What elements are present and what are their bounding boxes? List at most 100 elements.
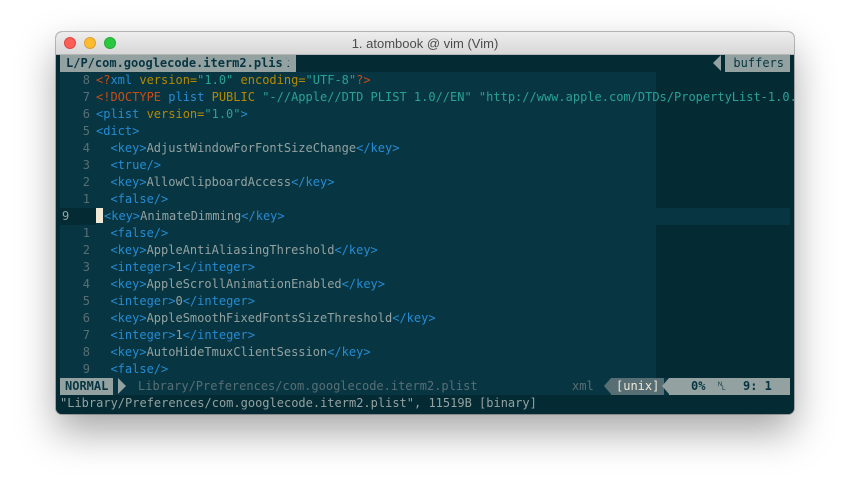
code-text: <integer>0</integer> bbox=[96, 293, 656, 310]
scroll-percent: 0% bbox=[691, 379, 706, 393]
code-text: <key>AdjustWindowForFontSizeChange</key> bbox=[96, 140, 656, 157]
line-number: 1 bbox=[60, 225, 96, 242]
code-token: "UTF-8" bbox=[305, 73, 357, 87]
code-text: <dict> bbox=[96, 123, 656, 140]
line-number: 4 bbox=[60, 276, 96, 293]
code-text: <integer>1</integer> bbox=[96, 327, 656, 344]
line-number-text: 1 bbox=[82, 226, 90, 240]
code-token: version= bbox=[146, 107, 205, 121]
line-number: 4 bbox=[60, 140, 96, 157]
title-bar: 1. atombook @ vim (Vim) bbox=[56, 32, 794, 55]
terminal-window: 1. atombook @ vim (Vim) L/P/com.googleco… bbox=[56, 32, 794, 414]
code-token: <key> bbox=[104, 209, 141, 223]
line-number-text: 6 bbox=[82, 107, 90, 121]
code-line[interactable]: 7 <integer>1</integer> bbox=[60, 327, 790, 344]
line-number-text: 4 bbox=[82, 141, 90, 155]
code-token: </key> bbox=[341, 277, 386, 291]
code-token: plist bbox=[168, 90, 212, 104]
code-line[interactable]: 8 <key>AutoHideTmuxClientSession</key> bbox=[60, 344, 790, 361]
line-number: 3 bbox=[60, 259, 96, 276]
code-text: <?xml version="1.0" encoding="UTF-8"?> bbox=[96, 72, 656, 89]
active-buffer-tab[interactable]: L/P/com.googlecode.iterm2.plist bbox=[60, 55, 296, 72]
code-line[interactable]: 1 <false/> bbox=[60, 191, 790, 208]
line-number-text: 7 bbox=[82, 328, 90, 342]
code-token: encoding= bbox=[240, 73, 306, 87]
cursor-position-segment: 0% ␤ 9: 1 bbox=[669, 378, 790, 395]
code-token: <false/> bbox=[110, 362, 169, 376]
vim-terminal[interactable]: L/P/com.googlecode.iterm2.plist buffers … bbox=[56, 55, 794, 414]
code-token: AnimateDimming bbox=[140, 209, 242, 223]
code-token: 0 bbox=[175, 294, 183, 308]
code-line[interactable]: 6 <plist version="1.0"> bbox=[60, 106, 790, 123]
tab-separator-arrow bbox=[283, 55, 291, 71]
code-line[interactable]: 3 <true/> bbox=[60, 157, 790, 174]
code-token: <false/> bbox=[110, 226, 169, 240]
code-token: </key> bbox=[392, 311, 436, 325]
code-line[interactable]: 5 <dict> bbox=[60, 123, 790, 140]
code-token: </key> bbox=[241, 209, 285, 223]
code-line[interactable]: 3 <integer>1</integer> bbox=[60, 259, 790, 276]
line-number-text: 3 bbox=[82, 260, 90, 274]
code-token: <key> bbox=[110, 277, 147, 291]
line-number: 5 bbox=[60, 293, 96, 310]
code-line[interactable]: 4 <key>AppleScrollAnimationEnabled</key> bbox=[60, 276, 790, 293]
line-number-text: 2 bbox=[82, 243, 90, 257]
code-token: </key> bbox=[327, 345, 371, 359]
code-token: AllowClipboardAccess bbox=[146, 175, 292, 189]
line-number-text: 7 bbox=[82, 90, 90, 104]
code-token: "1.0" bbox=[204, 107, 241, 121]
vim-statusline: NORMAL Library/Preferences/com.googlecod… bbox=[60, 378, 790, 395]
code-token: <true/> bbox=[110, 158, 162, 172]
line-number-text: 6 bbox=[82, 311, 90, 325]
code-line[interactable]: 1 <false/> bbox=[60, 225, 790, 242]
format-separator-arrow bbox=[604, 378, 611, 394]
code-text: <key>AllowClipboardAccess</key> bbox=[96, 174, 656, 191]
code-line[interactable]: 2 <key>AppleAntiAliasingThreshold</key> bbox=[60, 242, 790, 259]
line-number: 2 bbox=[60, 242, 96, 259]
command-line[interactable]: "Library/Preferences/com.googlecode.iter… bbox=[60, 395, 790, 412]
file-format: [unix] bbox=[611, 378, 665, 395]
filetype-label: xml bbox=[572, 379, 594, 393]
line-number-text: 1 bbox=[82, 192, 90, 206]
line-number: 7 bbox=[60, 89, 96, 106]
code-line[interactable]: 8 <?xml version="1.0" encoding="UTF-8"?> bbox=[60, 72, 790, 89]
text-cursor bbox=[96, 208, 103, 223]
code-token: <key> bbox=[110, 175, 147, 189]
line-number-text: 9 bbox=[62, 209, 70, 223]
code-token: </integer> bbox=[182, 260, 255, 274]
code-line[interactable]: 2 <key>AllowClipboardAccess</key> bbox=[60, 174, 790, 191]
editor-pane[interactable]: 8 <?xml version="1.0" encoding="UTF-8"?> 7… bbox=[60, 72, 794, 378]
code-line[interactable]: 9 <false/> bbox=[60, 361, 790, 378]
code-line[interactable]: 5 <integer>0</integer> bbox=[60, 293, 790, 310]
line-number-text: 5 bbox=[82, 294, 90, 308]
code-token: </key> bbox=[334, 243, 378, 257]
code-text: <true/> bbox=[96, 157, 656, 174]
code-token: <key> bbox=[110, 311, 147, 325]
buffers-label: buffers bbox=[725, 55, 790, 72]
code-line[interactable]: 7 <!DOCTYPE plist PUBLIC "-//Apple//DTD P… bbox=[60, 89, 794, 106]
code-token: <integer> bbox=[110, 260, 176, 274]
code-token: AppleSmoothFixedFontsSizeThreshold bbox=[146, 311, 393, 325]
line-number-text: 8 bbox=[82, 345, 90, 359]
code-line[interactable]: 6 <key>AppleSmoothFixedFontsSizeThreshol… bbox=[60, 310, 790, 327]
mode-indicator: NORMAL bbox=[60, 378, 114, 395]
code-token: </integer> bbox=[182, 328, 255, 342]
code-line[interactable]: 4 <key>AdjustWindowForFontSizeChange</ke… bbox=[60, 140, 790, 157]
line-number: 6 bbox=[60, 310, 96, 327]
current-code-line[interactable]: 9 <key>AnimateDimming</key> bbox=[60, 208, 790, 225]
window-title: 1. atombook @ vim (Vim) bbox=[351, 36, 499, 51]
position-separator-arrow bbox=[662, 378, 669, 394]
vim-tabline: L/P/com.googlecode.iterm2.plist buffers bbox=[56, 55, 794, 72]
code-token: <key> bbox=[110, 141, 147, 155]
code-token: <plist bbox=[96, 107, 147, 121]
code-token: xml bbox=[110, 73, 140, 87]
code-token: > bbox=[240, 107, 248, 121]
code-text: <false/> bbox=[96, 191, 656, 208]
line-number-text: 2 bbox=[82, 175, 90, 189]
